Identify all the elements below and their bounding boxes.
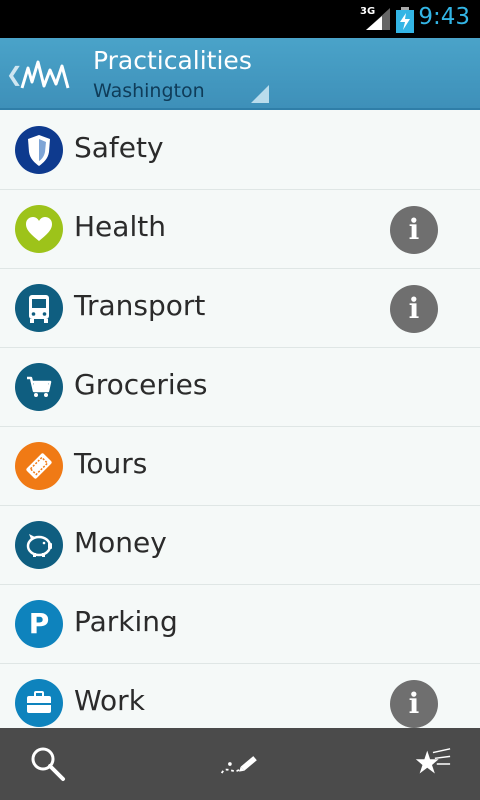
cart-icon xyxy=(15,363,63,411)
list-item-money[interactable]: Money xyxy=(0,506,480,585)
briefcase-icon xyxy=(15,679,63,727)
parking-icon: P xyxy=(15,600,63,648)
location-selector[interactable]: Washington xyxy=(93,80,205,102)
app-logo-icon[interactable] xyxy=(20,58,70,92)
page-title: Practicalities xyxy=(93,46,252,75)
info-button[interactable]: i xyxy=(390,680,438,728)
favorites-stars-icon[interactable] xyxy=(412,744,452,784)
list-item-label: Transport xyxy=(74,289,206,322)
search-icon[interactable] xyxy=(28,744,68,784)
list-item-safety[interactable]: Safety xyxy=(0,111,480,190)
ticket-icon xyxy=(15,442,63,490)
shield-icon xyxy=(15,126,63,174)
signal-icon xyxy=(366,8,390,30)
info-button[interactable]: i xyxy=(390,206,438,254)
piggy-bank-icon xyxy=(15,521,63,569)
clock: 9:43 xyxy=(418,4,470,30)
info-button[interactable]: i xyxy=(390,285,438,333)
bus-icon xyxy=(15,284,63,332)
list-item-parking[interactable]: P Parking xyxy=(0,585,480,664)
list-item-label: Work xyxy=(74,684,145,717)
list-item-label: Parking xyxy=(74,605,178,638)
list-item-tours[interactable]: Tours xyxy=(0,427,480,506)
list-item-groceries[interactable]: Groceries xyxy=(0,348,480,427)
practicalities-list: Safety Health i Transport i Groceries To… xyxy=(0,111,480,743)
list-item-label: Health xyxy=(74,210,166,243)
heart-icon xyxy=(15,205,63,253)
bottom-toolbar xyxy=(0,728,480,800)
list-item-health[interactable]: Health i xyxy=(0,190,480,269)
status-bar: 3G 9:43 xyxy=(0,0,480,38)
list-item-transport[interactable]: Transport i xyxy=(0,269,480,348)
list-item-label: Groceries xyxy=(74,368,208,401)
itinerary-edit-icon[interactable] xyxy=(219,744,259,784)
battery-icon xyxy=(396,7,414,33)
list-item-label: Money xyxy=(74,526,167,559)
dropdown-corner-icon[interactable] xyxy=(251,85,269,103)
app-bar: ❮ Practicalities Washington xyxy=(0,38,480,110)
list-item-label: Tours xyxy=(74,447,148,480)
list-item-label: Safety xyxy=(74,131,164,164)
